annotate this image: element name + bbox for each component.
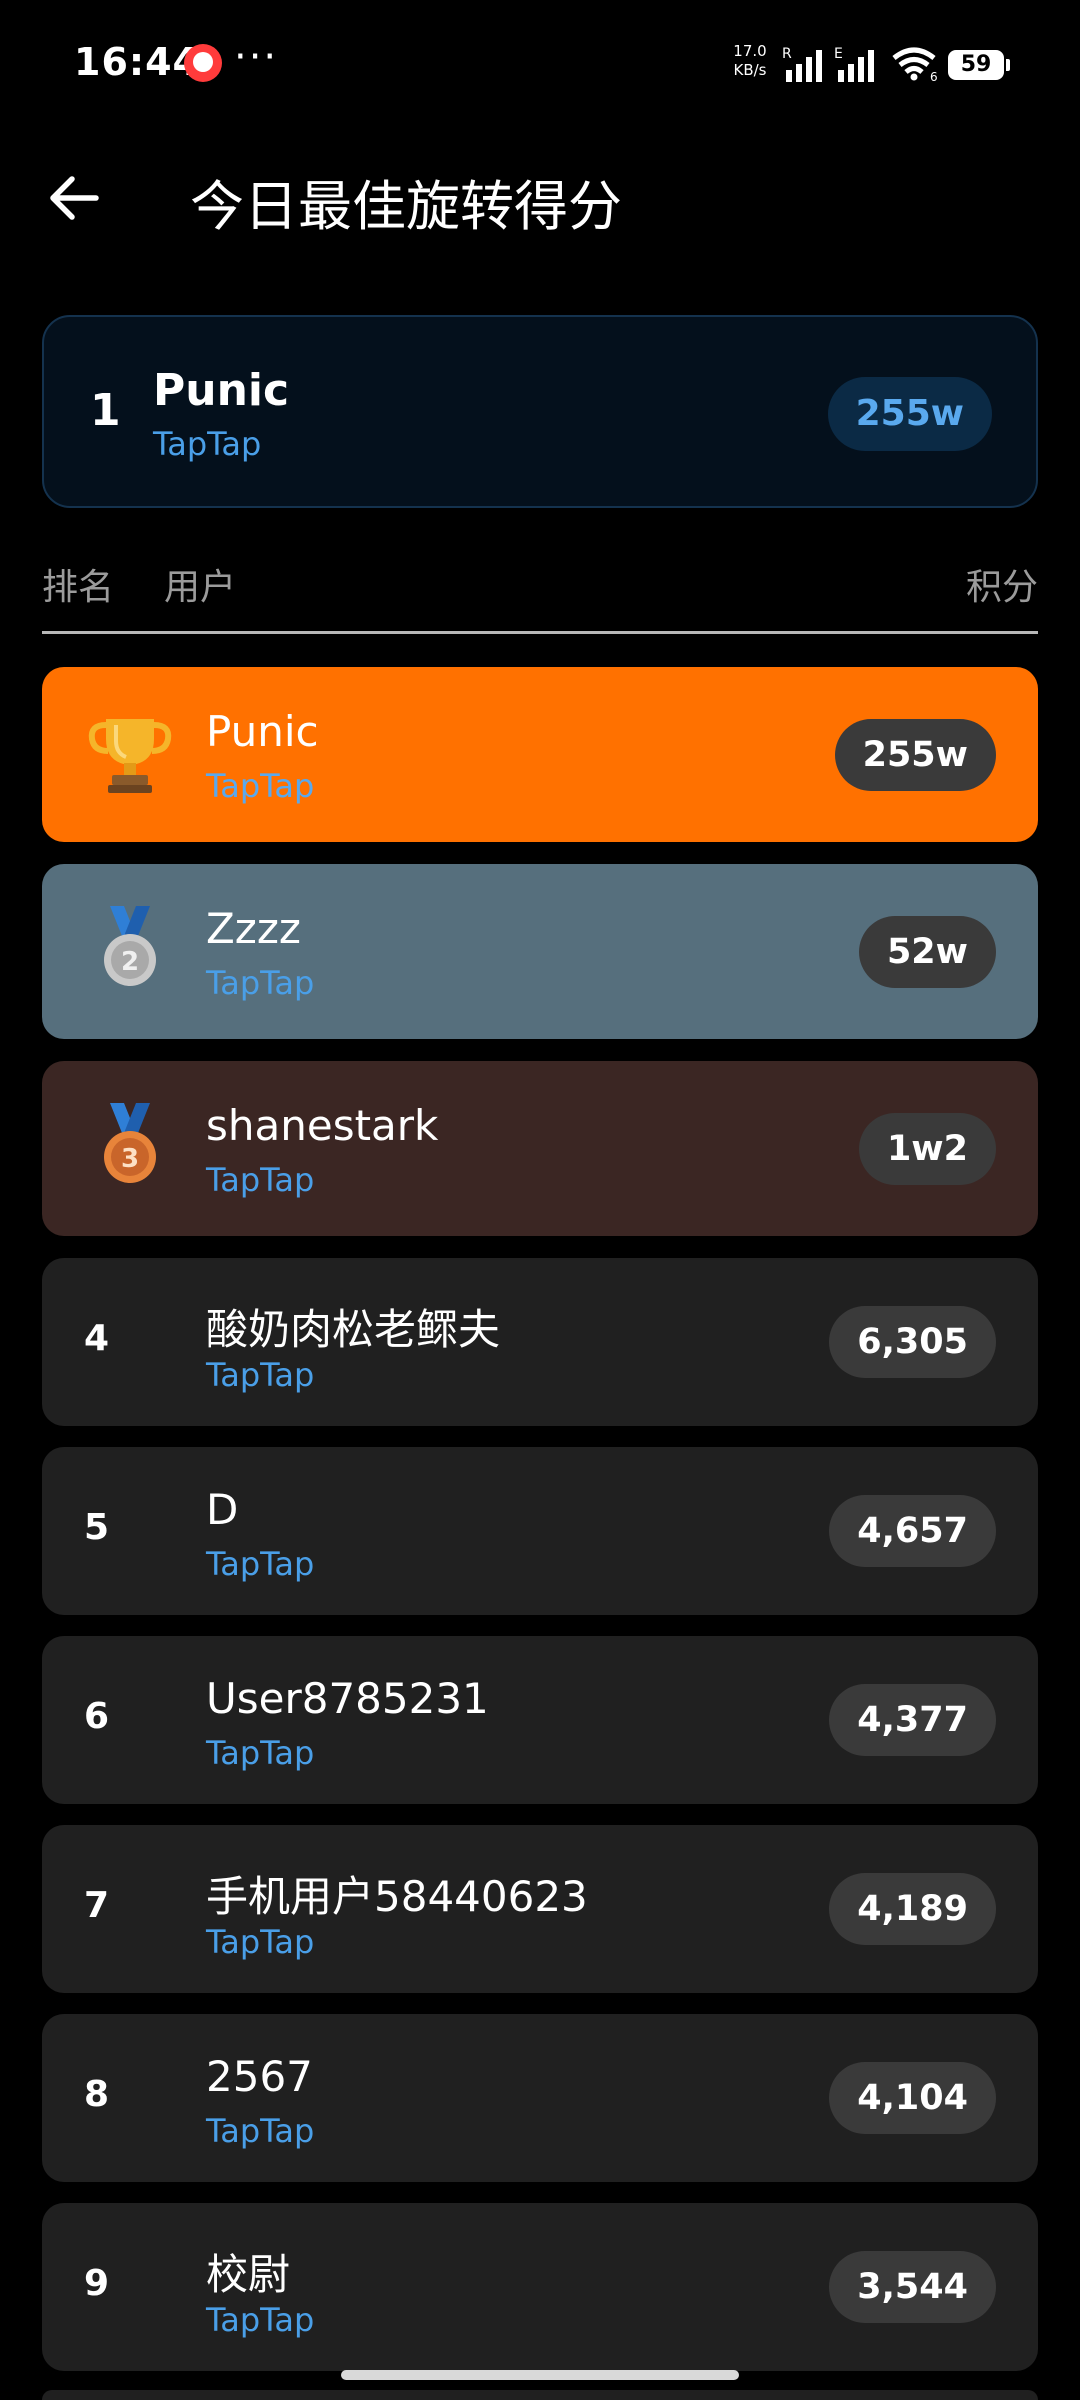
- page-title: 今日最佳旋转得分: [190, 175, 622, 238]
- column-score: 积分: [965, 567, 1038, 608]
- leaderboard-row[interactable]: 8 2567 TapTap 4,104: [42, 2014, 1038, 2182]
- more-notifications-icon: ···: [234, 34, 279, 80]
- my-rank-card: 1 Punic TapTap 255w: [42, 315, 1038, 508]
- row-score: 4,377: [829, 1684, 996, 1756]
- column-header: 排名 用户 积分: [42, 550, 1038, 634]
- signal-icon: R: [782, 46, 822, 82]
- status-bar: 16:44 ··· 17.0 KB/s R E 6 59: [0, 0, 1080, 130]
- row-name: D: [206, 1485, 239, 1534]
- row-name: 2567: [206, 2052, 313, 2101]
- row-name: Punic: [206, 707, 319, 756]
- leaderboard-row[interactable]: 4 酸奶肉松老鳏夫 TapTap 6,305: [42, 1258, 1038, 1426]
- row-score: 3,544: [829, 2251, 996, 2323]
- signal-tag: E: [834, 46, 843, 62]
- home-indicator[interactable]: [341, 2370, 739, 2380]
- row-name: 手机用户58440623: [206, 1872, 588, 1921]
- row-score: 4,657: [829, 1495, 996, 1567]
- status-time: 16:44: [74, 40, 200, 84]
- leaderboard-row[interactable]: 3 shanestark TapTap 1w2: [42, 1061, 1038, 1236]
- row-score: 255w: [834, 719, 996, 791]
- my-rank-score: 255w: [827, 377, 992, 451]
- row-name: 校尉: [206, 2250, 291, 2299]
- row-name: User8785231: [206, 1674, 489, 1723]
- silver-medal-icon: 2: [104, 906, 156, 986]
- row-platform: TapTap: [206, 2301, 315, 2339]
- bronze-medal-icon: 3: [104, 1103, 156, 1183]
- column-rank: 排名: [42, 567, 115, 608]
- row-score: 4,104: [829, 2062, 996, 2134]
- leaderboard-row[interactable]: 7 手机用户58440623 TapTap 4,189: [42, 1825, 1038, 1993]
- signal-tag: R: [782, 46, 792, 62]
- leaderboard-row[interactable]: 9 校尉 TapTap 3,544: [42, 2203, 1038, 2371]
- row-platform: TapTap: [206, 964, 315, 1002]
- row-score: 6,305: [829, 1306, 996, 1378]
- row-name: 酸奶肉松老鳏夫: [206, 1305, 501, 1354]
- row-rank: 4: [84, 1318, 110, 1359]
- row-platform: TapTap: [206, 1161, 315, 1199]
- leaderboard-row[interactable]: 6 User8785231 TapTap 4,377: [42, 1636, 1038, 1804]
- row-rank: 6: [84, 1696, 110, 1737]
- row-rank: 5: [84, 1507, 110, 1548]
- leaderboard-row[interactable]: 2 Zzzz TapTap 52w: [42, 864, 1038, 1039]
- row-score: 52w: [858, 916, 996, 988]
- network-speed-value: 17.0: [733, 42, 767, 60]
- my-rank-name: Punic: [153, 365, 290, 416]
- leaderboard-row[interactable]: 5 D TapTap 4,657: [42, 1447, 1038, 1615]
- row-platform: TapTap: [206, 2112, 315, 2150]
- notification-app-icon: [184, 44, 222, 82]
- trophy-icon: [88, 719, 172, 793]
- row-platform: TapTap: [206, 1734, 315, 1772]
- row-score: 4,189: [829, 1873, 996, 1945]
- svg-text:2: 2: [121, 947, 139, 977]
- wifi-tag: 6: [930, 70, 938, 82]
- arrow-left-icon[interactable]: [46, 170, 102, 226]
- leaderboard-row[interactable]: Punic TapTap 255w: [42, 667, 1038, 842]
- leaderboard-row-partial: [42, 2390, 1038, 2400]
- my-rank-platform: TapTap: [153, 425, 262, 463]
- row-platform: TapTap: [206, 1545, 315, 1583]
- row-score: 1w2: [858, 1113, 996, 1185]
- row-name: shanestark: [206, 1101, 439, 1150]
- row-platform: TapTap: [206, 767, 315, 805]
- row-platform: TapTap: [206, 1923, 315, 1961]
- row-rank: 8: [84, 2074, 110, 2115]
- row-platform: TapTap: [206, 1356, 315, 1394]
- signal-icon: E: [834, 46, 874, 82]
- svg-text:3: 3: [121, 1144, 139, 1174]
- column-user: 用户: [164, 567, 237, 608]
- row-name: Zzzz: [206, 904, 301, 953]
- my-rank-number: 1: [90, 385, 121, 436]
- network-speed-unit: KB/s: [733, 61, 767, 79]
- wifi-icon: 6: [892, 47, 938, 82]
- battery-icon: 59: [948, 50, 1010, 80]
- network-speed: 17.0 KB/s: [728, 42, 772, 80]
- row-rank: 9: [84, 2263, 110, 2304]
- row-rank: 7: [84, 1885, 110, 1926]
